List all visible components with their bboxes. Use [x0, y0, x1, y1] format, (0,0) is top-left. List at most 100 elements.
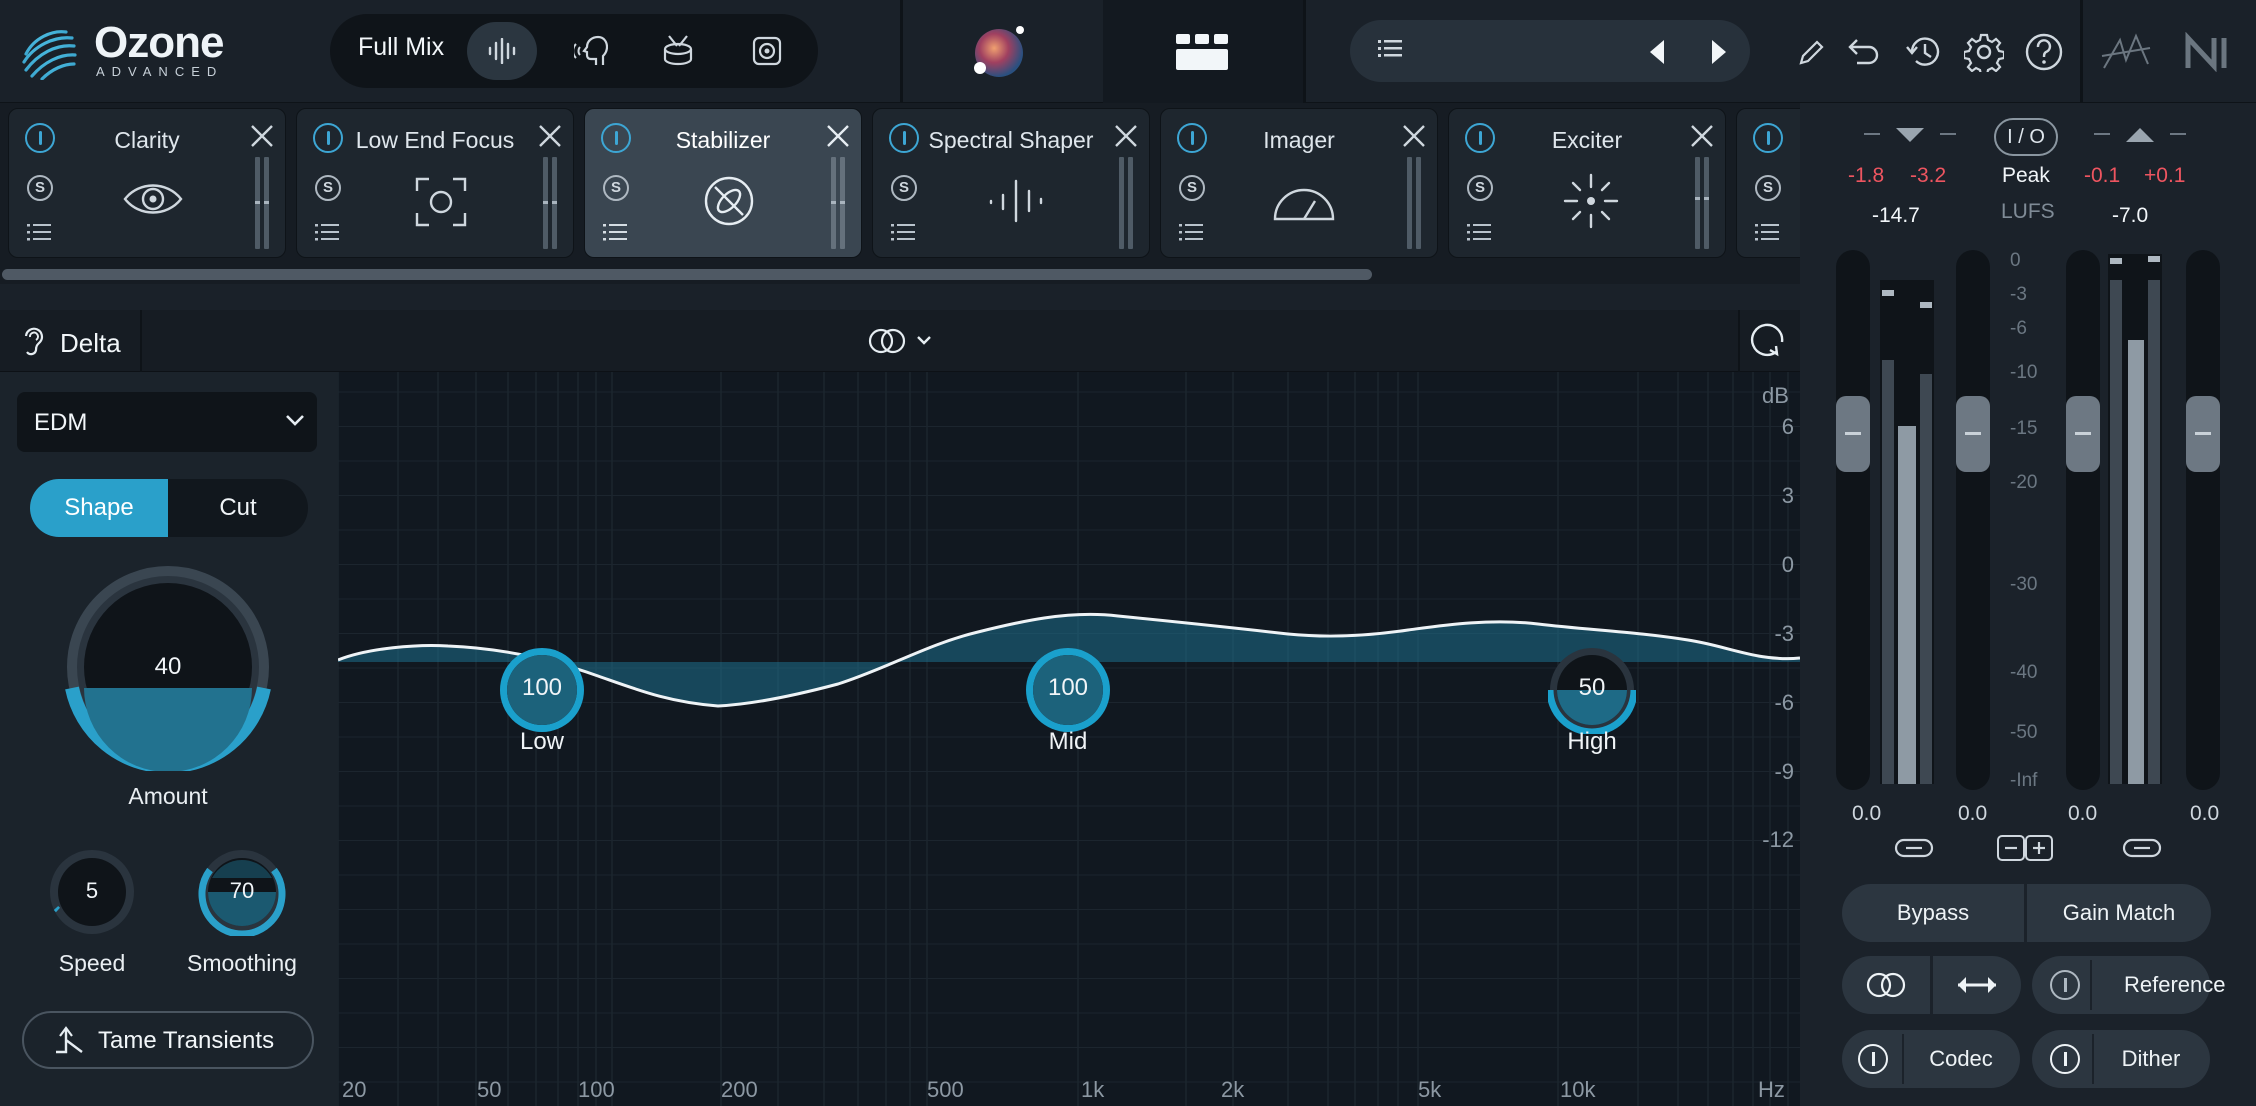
module-menu-icon[interactable]: [1755, 223, 1779, 241]
divider: [2090, 960, 2092, 1010]
module-power-icon[interactable]: [1177, 123, 1207, 153]
eye-icon: [123, 184, 183, 214]
exciter-burst-icon: [1563, 173, 1619, 229]
full-mix-button[interactable]: Full Mix: [358, 33, 444, 62]
help-icon[interactable]: [2022, 30, 2066, 74]
settings-gear-icon[interactable]: [1962, 30, 2006, 74]
module-solo-icon[interactable]: S: [891, 175, 917, 201]
module-close-icon[interactable]: [825, 123, 851, 149]
module-menu-icon[interactable]: [603, 223, 627, 241]
module-solo-icon[interactable]: S: [603, 175, 629, 201]
meter-scale-label: -50: [2010, 722, 2038, 743]
stereo-monitor-button[interactable]: [1842, 956, 1930, 1014]
module-menu-icon[interactable]: [891, 223, 915, 241]
output-level-meter: [2108, 254, 2162, 784]
module-exciter[interactable]: Exciter S: [1448, 108, 1726, 258]
swap-channels-button[interactable]: [1933, 956, 2021, 1014]
module-menu-icon[interactable]: [315, 223, 339, 241]
next-preset-icon[interactable]: [1708, 38, 1730, 66]
peak-label: Peak: [2002, 164, 2050, 187]
io-toggle-button[interactable]: I / O: [1994, 118, 2058, 156]
stereo-mode-icon[interactable]: [868, 326, 938, 356]
module-low-end-focus[interactable]: Low End Focus S: [296, 108, 574, 258]
module-menu-icon[interactable]: [1179, 223, 1203, 241]
input-lufs: -14.7: [1872, 204, 1920, 227]
module-close-icon[interactable]: [1401, 123, 1427, 149]
preset-bar[interactable]: [1350, 20, 1750, 82]
output-gain-right-fader[interactable]: [2186, 396, 2220, 472]
db-tick-label: 0: [1781, 552, 1794, 577]
output-peak-right: +0.1: [2144, 164, 2186, 187]
output-peak-left: -0.1: [2084, 164, 2121, 187]
module-solo-icon[interactable]: S: [27, 175, 53, 201]
module-scrollbar-thumb[interactable]: [2, 269, 1372, 280]
ear-icon[interactable]: [20, 324, 46, 358]
input-gain-left-value[interactable]: 0.0: [1852, 802, 1881, 826]
meter-scale-label: -40: [2010, 662, 2038, 683]
output-link-icon[interactable]: [2122, 836, 2162, 860]
module-menu-icon[interactable]: [27, 223, 51, 241]
preset-list-icon[interactable]: [1378, 38, 1402, 60]
module-clarity[interactable]: Clarity S: [8, 108, 286, 258]
mode-toggle: Shape Cut: [30, 479, 308, 537]
spectrum-graph[interactable]: dB 6 3 0 -3 -6 -9 -12 20 50 100 200 500 1k 2k 5k 10k H…: [338, 372, 1800, 1106]
previous-preset-icon[interactable]: [1646, 38, 1668, 66]
bypass-button[interactable]: Bypass: [1842, 884, 2024, 942]
module-power-icon[interactable]: [1753, 123, 1783, 153]
db-tick-label: -3: [1774, 621, 1794, 646]
app-name: Ozone: [94, 18, 224, 67]
assistant-orb-icon[interactable]: [968, 22, 1030, 84]
db-tick-label: 6: [1781, 414, 1794, 439]
delta-button[interactable]: Delta: [60, 328, 121, 359]
divider: [140, 310, 142, 372]
output-gain-right-value[interactable]: 0.0: [2190, 802, 2219, 826]
module-close-icon[interactable]: [249, 123, 275, 149]
shape-mode-button[interactable]: Shape: [30, 479, 168, 537]
input-gain-left-fader[interactable]: [1836, 396, 1870, 472]
gain-match-button[interactable]: Gain Match: [2027, 884, 2211, 942]
reset-loop-icon[interactable]: [1748, 320, 1788, 360]
module-menu-icon[interactable]: [1467, 223, 1491, 241]
module-power-icon[interactable]: [1465, 123, 1495, 153]
module-power-icon[interactable]: [25, 123, 55, 153]
dither-power-icon[interactable]: [2050, 1044, 2080, 1074]
vocal-head-icon[interactable]: [556, 22, 626, 80]
input-gain-right-value[interactable]: 0.0: [1958, 802, 1987, 826]
pencil-icon[interactable]: [1790, 30, 1834, 74]
modules-grid-icon[interactable]: [1172, 30, 1232, 74]
module-close-icon[interactable]: [537, 123, 563, 149]
module-imager[interactable]: Imager S: [1160, 108, 1438, 258]
low-band-value: 100: [521, 674, 563, 701]
input-link-icon[interactable]: [1894, 836, 1934, 860]
module-close-icon[interactable]: [1113, 123, 1139, 149]
speaker-icon[interactable]: [732, 22, 802, 80]
native-instruments-logo-icon[interactable]: [2184, 31, 2238, 73]
codec-power-icon[interactable]: [1858, 1044, 1888, 1074]
cut-mode-button[interactable]: Cut: [168, 479, 308, 537]
waveform-icon[interactable]: [467, 22, 537, 80]
output-gain-left-fader[interactable]: [2066, 396, 2100, 472]
input-meter-collapse-icon[interactable]: [1860, 124, 1960, 144]
undo-icon[interactable]: [1842, 30, 1886, 74]
module-solo-icon[interactable]: S: [1755, 175, 1781, 201]
module-solo-icon[interactable]: S: [315, 175, 341, 201]
module-close-icon[interactable]: [1689, 123, 1715, 149]
module-partial[interactable]: S: [1736, 108, 1800, 258]
module-power-icon[interactable]: [313, 123, 343, 153]
module-meter: [1119, 157, 1135, 249]
input-gain-slot: [1956, 250, 1990, 790]
izotope-logo-icon[interactable]: [2100, 30, 2152, 74]
module-spectral-shaper[interactable]: Spectral Shaper S: [872, 108, 1150, 258]
module-stabilizer[interactable]: Stabilizer S: [584, 108, 862, 258]
module-solo-icon[interactable]: S: [1179, 175, 1205, 201]
module-solo-icon[interactable]: S: [1467, 175, 1493, 201]
history-icon[interactable]: [1902, 30, 1946, 74]
reference-power-icon[interactable]: [2050, 970, 2080, 1000]
drum-icon[interactable]: [643, 22, 713, 80]
module-power-icon[interactable]: [889, 123, 919, 153]
gain-step-icon[interactable]: [1996, 834, 2056, 862]
module-power-icon[interactable]: [601, 123, 631, 153]
input-gain-right-fader[interactable]: [1956, 396, 1990, 472]
output-meter-collapse-icon[interactable]: [2090, 124, 2190, 144]
output-gain-left-value[interactable]: 0.0: [2068, 802, 2097, 826]
